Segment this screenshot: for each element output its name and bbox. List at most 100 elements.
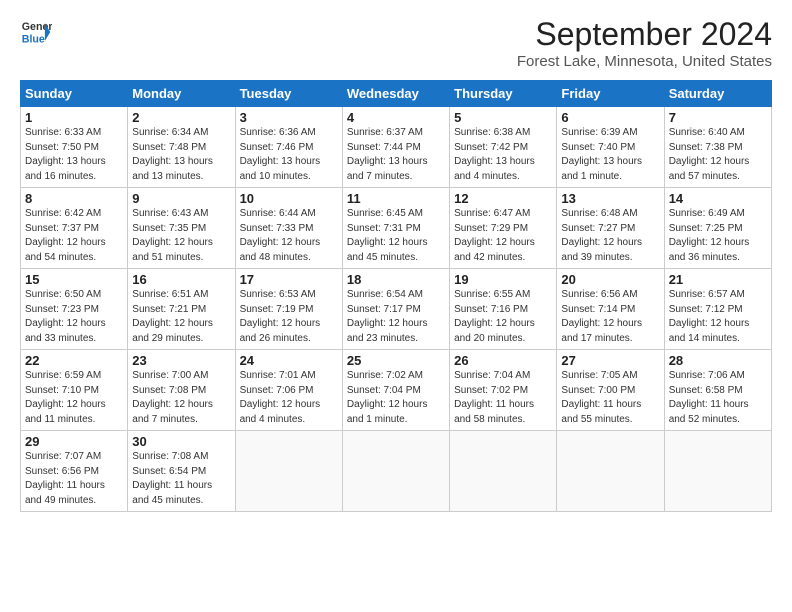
calendar-cell: 17Sunrise: 6:53 AM Sunset: 7:19 PM Dayli… (235, 269, 342, 350)
day-number: 13 (561, 191, 659, 206)
day-number: 11 (347, 191, 445, 206)
day-info: Sunrise: 7:00 AM Sunset: 7:08 PM Dayligh… (132, 369, 230, 427)
day-info: Sunrise: 6:44 AM Sunset: 7:33 PM Dayligh… (240, 207, 338, 265)
day-info: Sunrise: 6:45 AM Sunset: 7:31 PM Dayligh… (347, 207, 445, 265)
calendar-cell: 11Sunrise: 6:45 AM Sunset: 7:31 PM Dayli… (342, 188, 449, 269)
day-info: Sunrise: 6:48 AM Sunset: 7:27 PM Dayligh… (561, 207, 659, 265)
calendar-cell: 8Sunrise: 6:42 AM Sunset: 7:37 PM Daylig… (21, 188, 128, 269)
day-number: 14 (669, 191, 767, 206)
calendar-cell: 12Sunrise: 6:47 AM Sunset: 7:29 PM Dayli… (450, 188, 557, 269)
calendar-cell: 29Sunrise: 7:07 AM Sunset: 6:56 PM Dayli… (21, 431, 128, 512)
day-number: 22 (25, 353, 123, 368)
calendar-cell: 20Sunrise: 6:56 AM Sunset: 7:14 PM Dayli… (557, 269, 664, 350)
calendar-cell: 21Sunrise: 6:57 AM Sunset: 7:12 PM Dayli… (664, 269, 771, 350)
day-number: 23 (132, 353, 230, 368)
day-number: 17 (240, 272, 338, 287)
day-info: Sunrise: 6:59 AM Sunset: 7:10 PM Dayligh… (25, 369, 123, 427)
month-title: September 2024 (517, 16, 772, 53)
calendar-cell (664, 431, 771, 512)
day-number: 1 (25, 110, 123, 125)
day-number: 24 (240, 353, 338, 368)
day-number: 15 (25, 272, 123, 287)
day-number: 20 (561, 272, 659, 287)
calendar-cell: 14Sunrise: 6:49 AM Sunset: 7:25 PM Dayli… (664, 188, 771, 269)
calendar-cell (342, 431, 449, 512)
day-info: Sunrise: 6:56 AM Sunset: 7:14 PM Dayligh… (561, 288, 659, 346)
day-number: 26 (454, 353, 552, 368)
calendar-table: SundayMondayTuesdayWednesdayThursdayFrid… (20, 80, 772, 512)
calendar-cell: 2Sunrise: 6:34 AM Sunset: 7:48 PM Daylig… (128, 107, 235, 188)
day-info: Sunrise: 7:04 AM Sunset: 7:02 PM Dayligh… (454, 369, 552, 427)
day-info: Sunrise: 6:33 AM Sunset: 7:50 PM Dayligh… (25, 126, 123, 184)
weekday-header-wednesday: Wednesday (342, 81, 449, 107)
day-number: 7 (669, 110, 767, 125)
header: General Blue September 2024 Forest Lake,… (20, 16, 772, 70)
calendar-cell: 3Sunrise: 6:36 AM Sunset: 7:46 PM Daylig… (235, 107, 342, 188)
day-info: Sunrise: 6:49 AM Sunset: 7:25 PM Dayligh… (669, 207, 767, 265)
day-info: Sunrise: 6:55 AM Sunset: 7:16 PM Dayligh… (454, 288, 552, 346)
day-number: 6 (561, 110, 659, 125)
weekday-header-sunday: Sunday (21, 81, 128, 107)
calendar-cell: 16Sunrise: 6:51 AM Sunset: 7:21 PM Dayli… (128, 269, 235, 350)
day-number: 2 (132, 110, 230, 125)
day-number: 4 (347, 110, 445, 125)
logo-icon: General Blue (20, 16, 52, 48)
calendar-cell: 23Sunrise: 7:00 AM Sunset: 7:08 PM Dayli… (128, 350, 235, 431)
weekday-header-row: SundayMondayTuesdayWednesdayThursdayFrid… (21, 81, 772, 107)
calendar-cell: 27Sunrise: 7:05 AM Sunset: 7:00 PM Dayli… (557, 350, 664, 431)
day-info: Sunrise: 7:07 AM Sunset: 6:56 PM Dayligh… (25, 450, 123, 508)
day-info: Sunrise: 6:40 AM Sunset: 7:38 PM Dayligh… (669, 126, 767, 184)
day-info: Sunrise: 6:54 AM Sunset: 7:17 PM Dayligh… (347, 288, 445, 346)
weekday-header-saturday: Saturday (664, 81, 771, 107)
day-info: Sunrise: 6:57 AM Sunset: 7:12 PM Dayligh… (669, 288, 767, 346)
weekday-header-monday: Monday (128, 81, 235, 107)
calendar-cell: 19Sunrise: 6:55 AM Sunset: 7:16 PM Dayli… (450, 269, 557, 350)
weekday-header-tuesday: Tuesday (235, 81, 342, 107)
day-number: 27 (561, 353, 659, 368)
calendar-cell (557, 431, 664, 512)
calendar-cell: 30Sunrise: 7:08 AM Sunset: 6:54 PM Dayli… (128, 431, 235, 512)
day-number: 29 (25, 434, 123, 449)
day-info: Sunrise: 7:05 AM Sunset: 7:00 PM Dayligh… (561, 369, 659, 427)
day-info: Sunrise: 6:39 AM Sunset: 7:40 PM Dayligh… (561, 126, 659, 184)
calendar-cell: 15Sunrise: 6:50 AM Sunset: 7:23 PM Dayli… (21, 269, 128, 350)
calendar-week-row: 15Sunrise: 6:50 AM Sunset: 7:23 PM Dayli… (21, 269, 772, 350)
day-info: Sunrise: 6:38 AM Sunset: 7:42 PM Dayligh… (454, 126, 552, 184)
day-info: Sunrise: 7:02 AM Sunset: 7:04 PM Dayligh… (347, 369, 445, 427)
logo: General Blue (20, 16, 52, 48)
day-number: 10 (240, 191, 338, 206)
day-info: Sunrise: 6:34 AM Sunset: 7:48 PM Dayligh… (132, 126, 230, 184)
day-number: 12 (454, 191, 552, 206)
day-info: Sunrise: 6:42 AM Sunset: 7:37 PM Dayligh… (25, 207, 123, 265)
title-block: September 2024 Forest Lake, Minnesota, U… (517, 16, 772, 70)
day-info: Sunrise: 7:08 AM Sunset: 6:54 PM Dayligh… (132, 450, 230, 508)
day-number: 16 (132, 272, 230, 287)
calendar-cell (450, 431, 557, 512)
calendar-page: General Blue September 2024 Forest Lake,… (0, 0, 792, 522)
day-number: 5 (454, 110, 552, 125)
weekday-header-friday: Friday (557, 81, 664, 107)
calendar-cell: 7Sunrise: 6:40 AM Sunset: 7:38 PM Daylig… (664, 107, 771, 188)
calendar-cell: 26Sunrise: 7:04 AM Sunset: 7:02 PM Dayli… (450, 350, 557, 431)
calendar-cell: 9Sunrise: 6:43 AM Sunset: 7:35 PM Daylig… (128, 188, 235, 269)
day-info: Sunrise: 7:06 AM Sunset: 6:58 PM Dayligh… (669, 369, 767, 427)
calendar-week-row: 8Sunrise: 6:42 AM Sunset: 7:37 PM Daylig… (21, 188, 772, 269)
day-number: 18 (347, 272, 445, 287)
day-info: Sunrise: 7:01 AM Sunset: 7:06 PM Dayligh… (240, 369, 338, 427)
calendar-cell (235, 431, 342, 512)
day-number: 30 (132, 434, 230, 449)
calendar-week-row: 22Sunrise: 6:59 AM Sunset: 7:10 PM Dayli… (21, 350, 772, 431)
day-number: 25 (347, 353, 445, 368)
day-info: Sunrise: 6:47 AM Sunset: 7:29 PM Dayligh… (454, 207, 552, 265)
calendar-week-row: 29Sunrise: 7:07 AM Sunset: 6:56 PM Dayli… (21, 431, 772, 512)
calendar-cell: 1Sunrise: 6:33 AM Sunset: 7:50 PM Daylig… (21, 107, 128, 188)
calendar-cell: 5Sunrise: 6:38 AM Sunset: 7:42 PM Daylig… (450, 107, 557, 188)
calendar-cell: 13Sunrise: 6:48 AM Sunset: 7:27 PM Dayli… (557, 188, 664, 269)
day-info: Sunrise: 6:51 AM Sunset: 7:21 PM Dayligh… (132, 288, 230, 346)
calendar-cell: 4Sunrise: 6:37 AM Sunset: 7:44 PM Daylig… (342, 107, 449, 188)
location: Forest Lake, Minnesota, United States (517, 53, 772, 70)
calendar-cell: 22Sunrise: 6:59 AM Sunset: 7:10 PM Dayli… (21, 350, 128, 431)
day-info: Sunrise: 6:53 AM Sunset: 7:19 PM Dayligh… (240, 288, 338, 346)
calendar-week-row: 1Sunrise: 6:33 AM Sunset: 7:50 PM Daylig… (21, 107, 772, 188)
calendar-cell: 10Sunrise: 6:44 AM Sunset: 7:33 PM Dayli… (235, 188, 342, 269)
